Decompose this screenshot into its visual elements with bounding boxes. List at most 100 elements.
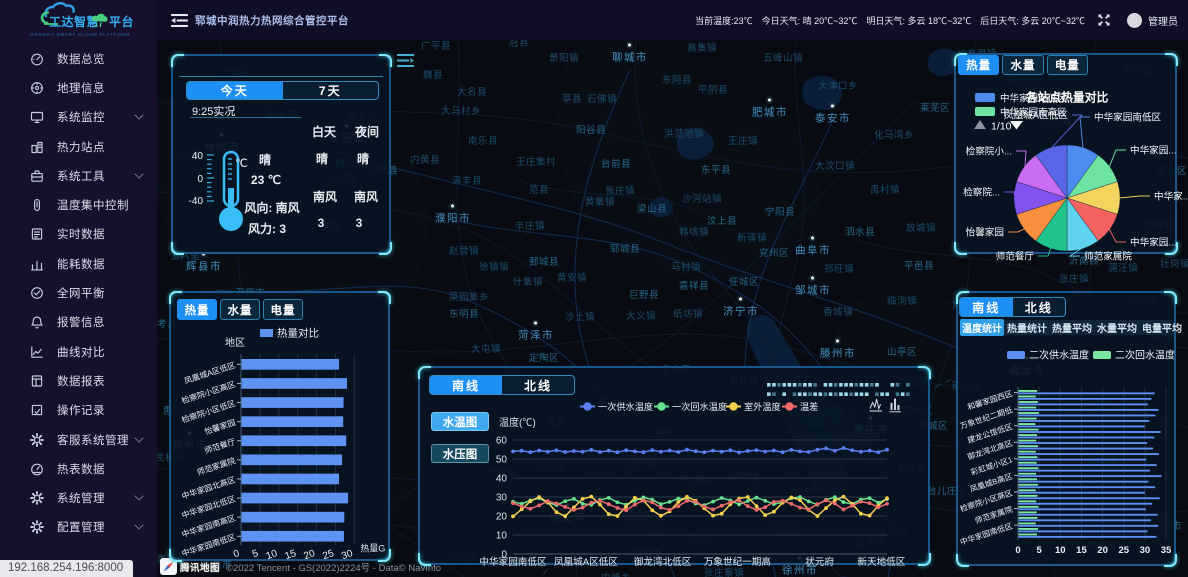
return-temp-bar[interactable] <box>1019 429 1039 431</box>
user-role-label[interactable]: 管理员 <box>1148 13 1178 28</box>
sidebar-item-4[interactable]: 热力站点 <box>0 132 157 161</box>
return-temp-bar[interactable] <box>1019 517 1038 519</box>
pie-tab-1[interactable]: 热量 <box>958 55 999 75</box>
return-temp-bar[interactable] <box>1019 500 1037 502</box>
sidebar-item-3[interactable]: 系统监控 <box>0 103 157 132</box>
return-legend-label[interactable]: 二次回水温度 <box>1115 349 1175 362</box>
return-temp-bar[interactable] <box>1019 423 1036 425</box>
return-temp-bar[interactable] <box>1019 462 1037 464</box>
heat-bar[interactable] <box>242 512 345 523</box>
return-temp-bar[interactable] <box>1019 506 1039 508</box>
supply-temp-bar[interactable] <box>1019 414 1156 416</box>
heat-tab-1[interactable]: 热量 <box>177 299 217 320</box>
return-temp-bar[interactable] <box>1019 412 1039 414</box>
return-temp-bar[interactable] <box>1019 396 1036 398</box>
sidebar-item-16[interactable]: 系统管理 <box>0 483 157 512</box>
heat-bar[interactable] <box>242 474 340 485</box>
heat-bar[interactable] <box>242 531 344 542</box>
supply-temp-bar[interactable] <box>1019 398 1152 400</box>
return-temp-bar[interactable] <box>1019 467 1039 469</box>
supply-temp-bar[interactable] <box>1019 442 1148 444</box>
supply-legend-label[interactable]: 二次供水温度 <box>1029 349 1089 362</box>
line-legend-dot[interactable] <box>657 402 665 410</box>
toolbox-line-icon[interactable] <box>870 399 883 411</box>
sidebar-item-17[interactable]: 配置管理 <box>0 513 157 542</box>
sidebar-item-10[interactable]: 报警信息 <box>0 308 157 337</box>
sidebar-item-13[interactable]: 操作记录 <box>0 396 157 425</box>
sidebar-item-5[interactable]: 系统工具 <box>0 161 157 190</box>
supply-temp-bar[interactable] <box>1019 492 1145 494</box>
supply-temp-bar[interactable] <box>1019 459 1147 461</box>
heat-bar[interactable] <box>242 359 340 370</box>
return-temp-bar[interactable] <box>1019 528 1038 530</box>
return-temp-bar[interactable] <box>1019 478 1038 480</box>
sidebar-item-2[interactable]: 地理信息 <box>0 73 157 102</box>
line-legend-label[interactable]: 室外温度 <box>744 401 781 412</box>
supply-temp-bar[interactable] <box>1019 497 1160 499</box>
heat-legend-label[interactable]: 热量对比 <box>277 327 319 340</box>
line-legend-dot[interactable] <box>729 402 737 410</box>
supply-temp-bar[interactable] <box>1019 437 1155 439</box>
tab-south-line[interactable]: 南线 <box>960 298 1013 316</box>
heat-legend-swatch[interactable] <box>260 329 273 337</box>
return-temp-bar[interactable] <box>1019 456 1038 458</box>
heat-bar[interactable] <box>242 378 347 389</box>
heat-bar[interactable] <box>242 416 344 427</box>
tab-north-line[interactable]: 北线 <box>1013 298 1066 316</box>
return-temp-bar[interactable] <box>1019 473 1037 475</box>
supply-temp-bar[interactable] <box>1019 470 1151 472</box>
sidebar-item-8[interactable]: 能耗数据 <box>0 249 157 278</box>
supply-temp-bar[interactable] <box>1019 481 1149 483</box>
return-temp-bar[interactable] <box>1019 407 1037 409</box>
pie-tab-3[interactable]: 电量 <box>1047 55 1088 75</box>
line-legend-label[interactable]: 一次回水温度 <box>672 401 727 412</box>
heat-bar[interactable] <box>242 493 349 504</box>
pie-legend-swatch[interactable] <box>975 107 995 116</box>
supply-temp-bar[interactable] <box>1019 475 1162 477</box>
heat-tab-3[interactable]: 电量 <box>263 299 303 320</box>
return-temp-bar[interactable] <box>1019 484 1038 486</box>
return-temp-bar[interactable] <box>1019 522 1036 524</box>
sidebar-item-6[interactable]: 温度集中控制 <box>0 190 157 219</box>
supply-temp-bar[interactable] <box>1019 403 1148 405</box>
supply-temp-bar[interactable] <box>1019 514 1158 516</box>
stat-subtab-1[interactable]: 温度统计 <box>960 319 1004 336</box>
return-temp-bar[interactable] <box>1019 440 1037 442</box>
return-temp-bar[interactable] <box>1019 511 1037 513</box>
pie-tab-2[interactable]: 水量 <box>1002 55 1043 75</box>
sidebar-item-15[interactable]: 热表数据 <box>0 454 157 483</box>
stat-subtab-2[interactable]: 热量统计 <box>1005 319 1049 336</box>
stat-subtab-4[interactable]: 水量平均 <box>1095 319 1139 336</box>
return-temp-bar[interactable] <box>1019 451 1036 453</box>
supply-temp-bar[interactable] <box>1019 464 1157 466</box>
supply-temp-bar[interactable] <box>1019 525 1159 527</box>
heat-bar[interactable] <box>242 455 343 466</box>
heat-tab-2[interactable]: 水量 <box>220 299 260 320</box>
supply-temp-bar[interactable] <box>1019 536 1157 538</box>
return-temp-bar[interactable] <box>1019 390 1038 392</box>
map-layers-icon[interactable] <box>397 54 414 67</box>
pie-legend-swatch[interactable] <box>975 93 995 102</box>
supply-temp-bar[interactable] <box>1019 530 1148 532</box>
return-temp-bar[interactable] <box>1019 401 1038 403</box>
sidebar-item-9[interactable]: 全网平衡 <box>0 278 157 307</box>
return-temp-bar[interactable] <box>1019 489 1036 491</box>
collapse-menu-icon[interactable] <box>171 14 188 27</box>
stat-subtab-3[interactable]: 热量平均 <box>1050 319 1094 336</box>
supply-temp-bar[interactable] <box>1019 486 1156 488</box>
line-legend-label[interactable]: 温差 <box>800 401 818 412</box>
heat-bar[interactable] <box>242 397 344 408</box>
line-legend-label[interactable]: 一次供水温度 <box>598 401 653 412</box>
user-avatar[interactable] <box>1127 13 1142 28</box>
supply-temp-bar[interactable] <box>1019 508 1146 510</box>
supply-temp-bar[interactable] <box>1019 409 1159 411</box>
supply-legend-swatch[interactable] <box>1007 351 1025 359</box>
pager-up-icon[interactable] <box>974 120 986 129</box>
supply-temp-bar[interactable] <box>1019 453 1159 455</box>
supply-temp-bar[interactable] <box>1019 420 1150 422</box>
map-canvas[interactable]: 广平县魏县大名县大马村乡南乐县内黄县清丰县濮阳市辛庄镇范县王庄集村景阳镇冠县莘县… <box>157 40 1188 577</box>
return-temp-bar[interactable] <box>1019 418 1037 420</box>
supply-temp-bar[interactable] <box>1019 431 1161 433</box>
return-temp-bar[interactable] <box>1019 534 1038 536</box>
return-temp-bar[interactable] <box>1019 495 1038 497</box>
